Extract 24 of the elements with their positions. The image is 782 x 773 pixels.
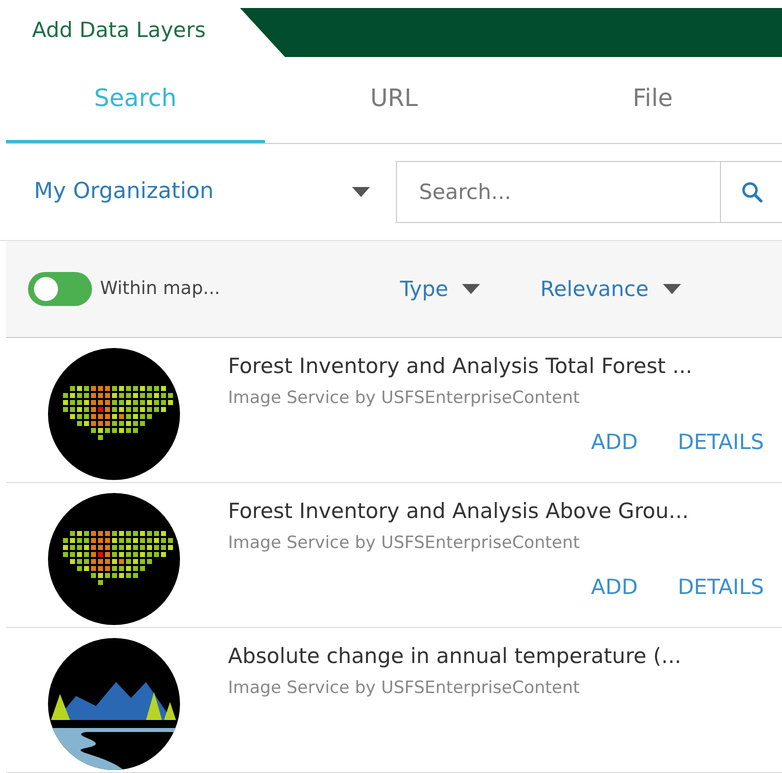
result-title: Forest Inventory and Analysis Above Grou... xyxy=(228,499,690,523)
type-dropdown[interactable]: Type xyxy=(400,276,480,301)
toggle-switch[interactable] xyxy=(28,272,92,306)
result-title: Absolute change in annual temperature (... xyxy=(228,644,682,668)
details-button[interactable]: DETAILS xyxy=(678,575,764,599)
toggle-label: Within map... xyxy=(100,278,222,300)
search-field[interactable]: Search... xyxy=(396,160,720,223)
add-button[interactable]: ADD xyxy=(591,575,638,599)
details-button[interactable]: DETAILS xyxy=(678,430,764,454)
add-button[interactable]: ADD xyxy=(591,430,638,454)
result-subtitle: Image Service by USFSEnterpriseContent xyxy=(228,388,581,408)
result-title: Forest Inventory and Analysis Total Forest ... xyxy=(228,354,694,378)
result-subtitle: Image Service by USFSEnterpriseContent xyxy=(228,678,581,698)
tab[interactable]: File xyxy=(523,56,782,143)
sort-dropdown[interactable]: Relevance xyxy=(540,276,681,301)
scope-dropdown[interactable]: My Organization xyxy=(34,179,370,204)
search-button[interactable] xyxy=(720,160,782,223)
tab[interactable]: Search xyxy=(6,56,265,143)
caret-icon xyxy=(462,284,480,294)
caret-icon xyxy=(662,284,681,294)
search-icon xyxy=(740,180,762,203)
result-subtitle: Image Service by USFSEnterpriseContent xyxy=(228,533,581,553)
caret-icon xyxy=(352,186,370,197)
tab[interactable]: URL xyxy=(264,56,524,143)
